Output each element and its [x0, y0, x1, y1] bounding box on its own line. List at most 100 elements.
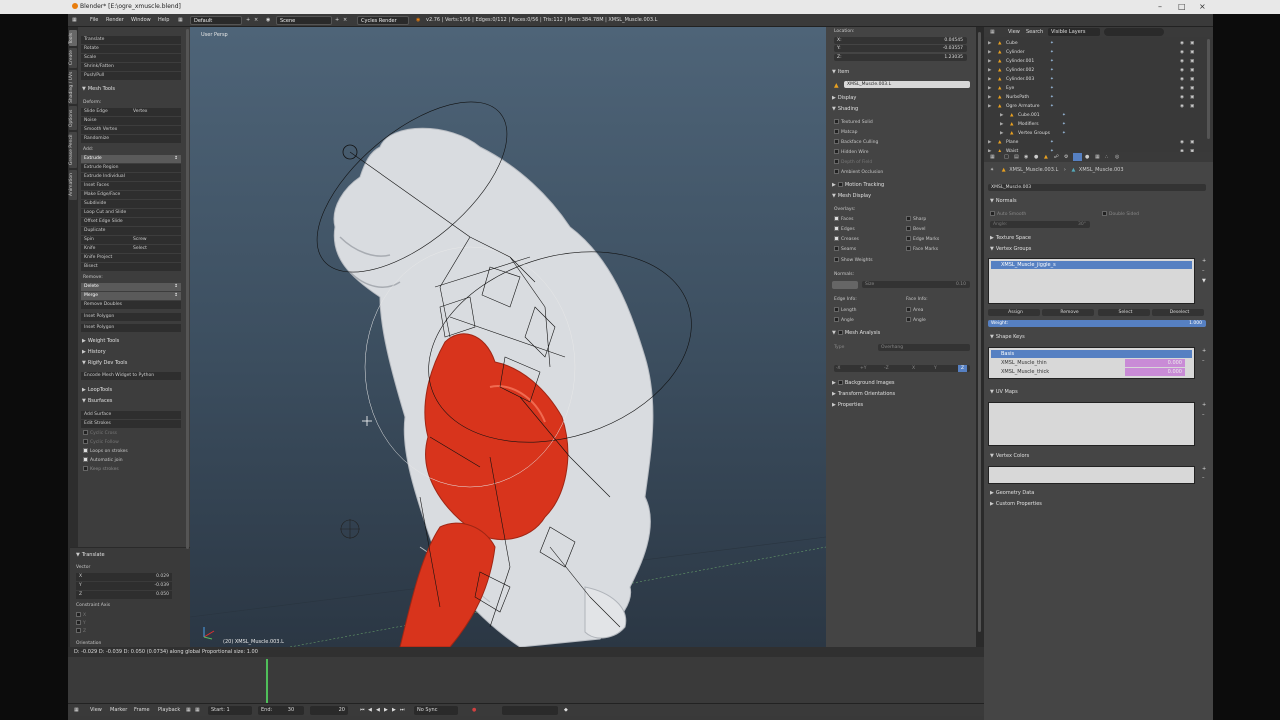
vertex-button[interactable]: Vertex — [133, 108, 147, 116]
expand-icon[interactable]: ▶ — [988, 102, 991, 111]
depth-of-field-checkbox[interactable]: Depth of Field — [834, 159, 872, 165]
scene-remove-icon[interactable]: × — [343, 17, 347, 23]
render-camera-icon[interactable]: ▣ — [1190, 93, 1194, 102]
push-pull-button[interactable]: Push/Pull — [81, 72, 181, 80]
encode-mesh-widget-button[interactable]: Encode Mesh Widget to Python — [81, 372, 181, 380]
offset-edge-slide-button[interactable]: Offset Edge Slide — [81, 218, 181, 226]
analysis-type-selector[interactable]: Overhang — [878, 344, 970, 351]
tab-shading-uvs[interactable]: Shading / UVs — [69, 70, 77, 104]
knife-project-button[interactable]: Knife Project — [81, 254, 181, 262]
play-reverse-icon[interactable]: ◀ — [376, 707, 380, 713]
shape-key-thin-value[interactable]: 0.000 — [1125, 359, 1185, 367]
outliner-row[interactable]: ▶ ▲ NurbsPath ✦ ◉ ▣ — [984, 93, 1203, 102]
normals-panel-header[interactable]: ▼ Normals — [990, 198, 1017, 204]
timeline-editor[interactable]: D: -0.029 D: -0.039 D: 0.050 (0.0734) al… — [68, 647, 984, 720]
render-camera-icon[interactable]: ▣ — [1190, 84, 1194, 93]
duplicate-button[interactable]: Duplicate — [81, 227, 181, 235]
bsurfaces-panel[interactable]: ▼ Bsurfaces — [82, 398, 112, 404]
vertex-group-item[interactable]: XMSL_Muscle_jiggle_s — [991, 261, 1192, 269]
cyclic-cross-checkbox[interactable]: Cyclic Cross — [83, 430, 117, 436]
insert-keyframe-icon[interactable]: ◆ — [564, 707, 568, 713]
maximize-icon[interactable]: □ — [1178, 2, 1186, 11]
constraint-y-checkbox[interactable]: Y — [76, 620, 86, 626]
properties-editor-icon[interactable]: ▦ — [990, 154, 995, 160]
item-name-field[interactable]: XMSL_Muscle.003.L — [844, 81, 970, 88]
expand-icon[interactable]: ▶ — [988, 39, 991, 48]
tab-create[interactable]: Create — [69, 48, 77, 68]
matcap-checkbox[interactable]: Matcap — [834, 129, 858, 135]
expand-icon[interactable]: ▶ — [988, 57, 991, 66]
play-icon[interactable]: ▶ — [384, 707, 388, 713]
shape-key-thick[interactable]: XMSL_Muscle_thick 0.000 — [991, 368, 1192, 376]
keep-strokes-checkbox[interactable]: Keep strokes — [83, 466, 119, 472]
pin-icon[interactable]: ✴ — [990, 167, 994, 173]
data-tab-icon[interactable] — [1073, 153, 1082, 161]
outliner-view-menu[interactable]: View — [1008, 29, 1020, 35]
outliner-filter-field[interactable] — [1104, 28, 1164, 36]
render-camera-icon[interactable]: ▣ — [1190, 66, 1194, 75]
cyclic-follow-checkbox[interactable]: Cyclic Follow — [83, 439, 119, 445]
modifier-wrench-icon[interactable]: ✦ — [1050, 75, 1054, 84]
face-marks-checkbox[interactable]: Face Marks — [906, 246, 938, 252]
uv-maps-list[interactable] — [988, 402, 1195, 446]
outliner-row[interactable]: ▶ ▲ Cylinder.003 ✦ ◉ ▣ — [984, 75, 1203, 84]
textured-solid-checkbox[interactable]: Textured Solid — [834, 119, 873, 125]
loop-cut-slide-button[interactable]: Loop Cut and Slide — [81, 209, 181, 217]
timeline-view-menu[interactable]: View — [90, 707, 102, 713]
auto-smooth-checkbox[interactable]: Auto Smooth — [990, 211, 1026, 217]
sidebar-scrollbar[interactable] — [978, 32, 981, 632]
timeline-playback-menu[interactable]: Playback — [158, 707, 180, 713]
sk-add-icon[interactable]: + — [1202, 348, 1206, 354]
add-surface-button[interactable]: Add Surface — [81, 411, 181, 419]
vg-deselect-button[interactable]: Deselect — [1152, 309, 1204, 316]
timeline-editor-icon[interactable]: ▦ — [74, 707, 79, 713]
vg-assign-button[interactable]: Assign — [988, 309, 1040, 316]
extrude-button[interactable]: Extrude ↕ — [81, 155, 181, 163]
modifier-wrench-icon[interactable]: ✦ — [1062, 120, 1066, 129]
3d-cursor[interactable] — [362, 416, 372, 426]
sk-remove-icon[interactable]: – — [1202, 358, 1205, 364]
delete-menu-icon[interactable]: ↕ — [174, 283, 178, 291]
inset-faces-button[interactable]: Inset Faces — [81, 182, 181, 190]
current-frame-field[interactable]: 20 — [310, 706, 348, 715]
mesh-display-header[interactable]: ▼ Mesh Display — [832, 193, 871, 199]
make-edge-face-button[interactable]: Make Edge/Face — [81, 191, 181, 199]
timeline-frame-menu[interactable]: Frame — [134, 707, 150, 713]
shrink-fatten-button[interactable]: Shrink/Fatten — [81, 63, 181, 71]
layout-add-icon[interactable]: + — [246, 17, 250, 23]
expand-icon[interactable]: ▶ — [1000, 120, 1003, 129]
shape-key-basis[interactable]: Basis — [991, 350, 1192, 358]
auto-smooth-angle-field[interactable]: Angle: 30° — [990, 221, 1090, 228]
merge-menu-icon[interactable]: ↕ — [174, 292, 178, 300]
vector-z-field[interactable]: Z 0.050 — [76, 591, 172, 599]
vertex-groups-list[interactable]: XMSL_Muscle_jiggle_s — [988, 258, 1195, 304]
looptools-panel[interactable]: ▶ LoopTools — [82, 387, 112, 393]
menu-help[interactable]: Help — [158, 17, 169, 23]
constraint-x-checkbox[interactable]: X — [76, 612, 86, 618]
modifier-wrench-icon[interactable]: ✦ — [1050, 84, 1054, 93]
prev-keyframe-icon[interactable]: ◀ — [368, 707, 372, 713]
visibility-eye-icon[interactable]: ◉ — [1180, 57, 1184, 66]
vertex-colors-list[interactable] — [988, 466, 1195, 484]
history-panel[interactable]: ▶ History — [82, 349, 106, 355]
outliner-row[interactable]: ▶ ▲ Cylinder.001 ✦ ◉ ▣ — [984, 57, 1203, 66]
extrude-individual-button[interactable]: Extrude Individual — [81, 173, 181, 181]
geometry-data-header[interactable]: ▶ Geometry Data — [990, 490, 1034, 496]
particles-tab-icon[interactable]: ∴ — [1105, 154, 1108, 160]
material-tab-icon[interactable]: ● — [1085, 154, 1089, 160]
backface-culling-checkbox[interactable]: Backface Culling — [834, 139, 878, 145]
face-angle-checkbox[interactable]: Angle — [906, 317, 926, 323]
custom-properties-header[interactable]: ▶ Properties — [832, 402, 863, 408]
expand-icon[interactable]: ▶ — [988, 138, 991, 147]
ambient-occlusion-checkbox[interactable]: Ambient Occlusion — [834, 169, 883, 175]
shape-keys-header[interactable]: ▼ Shape Keys — [990, 334, 1025, 340]
modifier-wrench-icon[interactable]: ✦ — [1050, 138, 1054, 147]
vertex-colors-header[interactable]: ▼ Vertex Colors — [990, 453, 1029, 459]
minimize-icon[interactable]: – — [1158, 2, 1162, 11]
vc-remove-icon[interactable]: – — [1202, 475, 1205, 481]
render-camera-icon[interactable]: ▣ — [1190, 102, 1194, 111]
expand-icon[interactable]: ▶ — [1000, 111, 1003, 120]
keying-icon[interactable]: ▦ — [195, 707, 200, 713]
render-engine-selector[interactable]: Cycles Render — [357, 16, 409, 25]
tool-shelf-scrollbar[interactable] — [186, 29, 189, 549]
